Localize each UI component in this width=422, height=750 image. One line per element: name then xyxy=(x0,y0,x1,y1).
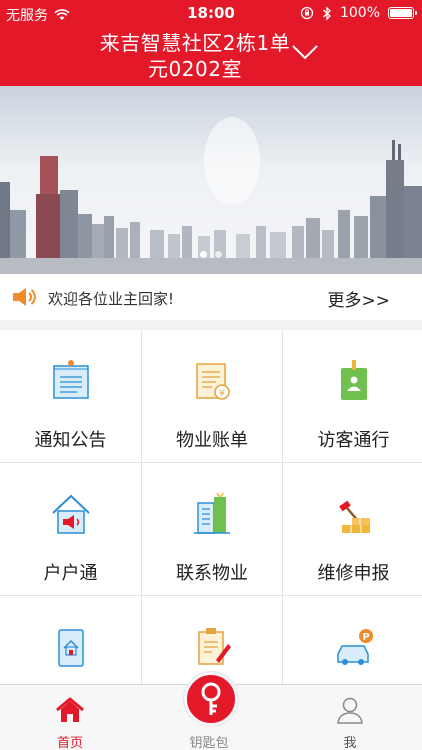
key-button[interactable] xyxy=(184,672,238,726)
status-bar: 无服务 18:00 100% xyxy=(0,0,422,28)
service-grid: 通知公告 ¥ 物业账单 访客通行 户户通 联系物业 维修申报 P xyxy=(0,330,422,728)
city-skyline-image xyxy=(0,86,422,274)
speaker-icon xyxy=(13,288,36,306)
grid-label: 访客通行 xyxy=(317,430,390,451)
grid-label: 通知公告 xyxy=(34,430,107,451)
bluetooth-icon xyxy=(323,5,331,21)
grid-item-bill[interactable]: ¥ 物业账单 xyxy=(142,330,282,462)
notice-board-icon xyxy=(52,360,89,399)
svg-text:P: P xyxy=(362,632,369,643)
user-icon xyxy=(337,697,363,724)
tab-home[interactable]: 首页 xyxy=(20,685,120,750)
notice-message: 欢迎各位业主回家! xyxy=(48,290,175,308)
header-bar: 无服务 18:00 100% 来吉智慧社区2栋1单元0202室 xyxy=(0,0,422,86)
home-icon xyxy=(56,697,84,722)
grid-item-repair[interactable]: 维修申报 xyxy=(283,463,422,595)
grid-item-contact[interactable]: 联系物业 xyxy=(142,463,282,595)
grid-label: 户户通 xyxy=(43,563,98,584)
repair-hammer-icon xyxy=(338,500,370,533)
grid-label: 联系物业 xyxy=(176,563,248,584)
chevron-down-icon[interactable] xyxy=(290,40,320,64)
screen: 无服务 18:00 100% 来吉智慧社区2栋1单元0202室 欢迎各位业主回家… xyxy=(0,0,422,750)
tab-me-label: 我 xyxy=(343,736,357,750)
battery-icon xyxy=(388,7,417,19)
svg-text:¥: ¥ xyxy=(219,389,225,399)
building-icon xyxy=(194,492,230,534)
grid-label: 物业账单 xyxy=(176,430,248,451)
banner-carousel[interactable] xyxy=(0,86,422,274)
house-speaker-icon xyxy=(51,494,90,534)
bill-icon: ¥ xyxy=(196,363,230,400)
community-title[interactable]: 来吉智慧社区2栋1单元0202室 xyxy=(90,30,300,82)
grid-item-visitor[interactable]: 访客通行 xyxy=(283,330,422,462)
tab-home-label: 首页 xyxy=(56,736,83,750)
carousel-indicator xyxy=(0,251,422,258)
orientation-lock-icon xyxy=(300,6,314,20)
more-link[interactable]: 更多>> xyxy=(328,286,391,311)
document-pen-icon xyxy=(198,628,231,665)
visitor-pass-icon xyxy=(340,360,367,400)
notice-bar[interactable]: 欢迎各位业主回家! 更多>> xyxy=(0,274,422,320)
tab-keys-label: 钥匙包 xyxy=(189,736,229,750)
tablet-home-icon xyxy=(57,629,84,667)
grid-label: 维修申报 xyxy=(317,563,390,584)
key-icon xyxy=(201,682,221,715)
carousel-dot-1[interactable] xyxy=(200,251,207,258)
battery-text: 100% xyxy=(339,5,380,21)
tab-me[interactable]: 我 xyxy=(300,685,400,750)
carousel-dot-2[interactable] xyxy=(215,251,222,258)
parking-car-icon: P xyxy=(336,629,373,665)
grid-item-notice[interactable]: 通知公告 xyxy=(0,330,141,462)
grid-item-broadcast[interactable]: 户户通 xyxy=(0,463,141,595)
